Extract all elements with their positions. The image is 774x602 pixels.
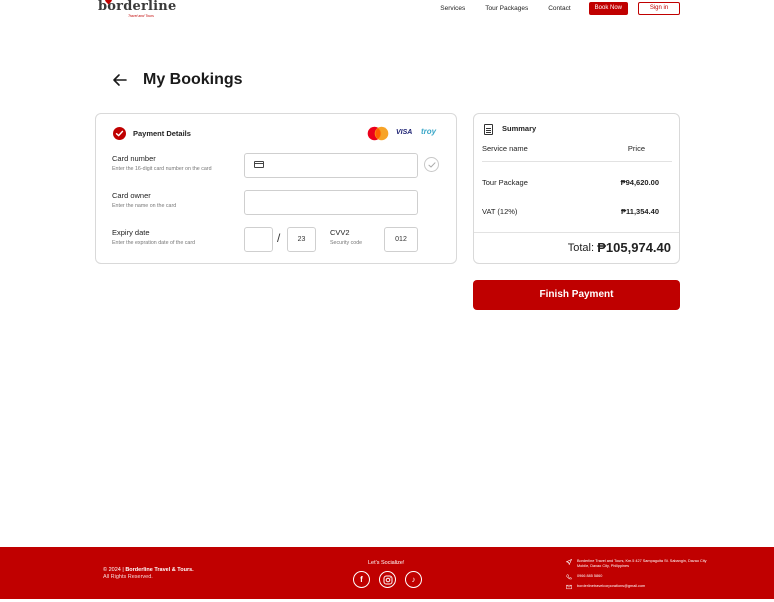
summary-row-name: Tour Package [482, 178, 528, 187]
cvv-label: CVV2 [330, 228, 350, 237]
copyright-prefix: © 2024 | [103, 567, 124, 573]
summary-row-price: ₱94,620.00 [620, 178, 659, 187]
divider [482, 161, 672, 162]
expiry-separator: / [277, 231, 281, 245]
main-nav: Services Tour Packages Contact Book Now … [440, 0, 680, 16]
email-row: borderlinetravelcorporations@gmail.com [566, 584, 712, 590]
total-label: Total: [567, 242, 594, 254]
logo-tagline: Travel and Tours [128, 14, 154, 18]
facebook-icon[interactable]: f [353, 571, 370, 588]
header: borderline Travel and Tours Services Tou… [0, 0, 774, 20]
footer: © 2024 | Borderline Travel & Tours. All … [0, 547, 774, 599]
expiry-month-input[interactable] [244, 227, 273, 252]
book-now-button[interactable]: Book Now [588, 1, 628, 15]
summary-title: Summary [502, 124, 537, 133]
address-row: Borderline Travel and Tours, Km.5 427 Sa… [566, 559, 712, 569]
cvv-input[interactable]: 012 [384, 227, 418, 252]
troy-logo: troy [421, 127, 437, 136]
phone-icon [566, 574, 572, 580]
expiry-year-value: 23 [297, 236, 306, 243]
cvv-hint: Security code [330, 240, 363, 246]
nav-contact[interactable]: Contact [548, 5, 570, 12]
back-arrow-icon[interactable] [112, 72, 128, 88]
check-circle-icon [113, 127, 126, 140]
nav-tour-packages[interactable]: Tour Packages [485, 5, 528, 12]
page-title: My Bookings [143, 71, 243, 88]
nav-services[interactable]: Services [440, 5, 465, 12]
cvv-value: 012 [395, 236, 407, 243]
copyright: © 2024 | Borderline Travel & Tours. All … [103, 567, 194, 581]
sign-in-button[interactable]: Sign in [638, 1, 680, 15]
card-owner-label: Card owner [112, 191, 151, 200]
brand-logo[interactable]: borderline Travel and Tours [98, 0, 176, 18]
divider [474, 232, 679, 233]
expiry-date-hint: Enter the expration date of the card [112, 240, 196, 246]
payment-details-title: Payment Details [133, 129, 191, 138]
phone-text: 0966 885 5860 [577, 574, 603, 578]
card-number-input[interactable] [244, 153, 418, 178]
email-text: borderlinetravelcorporations@gmail.com [577, 584, 646, 588]
card-number-label: Card number [112, 154, 156, 163]
social-title: Let's Socialize! [368, 560, 405, 566]
summary-row-name: VAT (12%) [482, 207, 518, 216]
rights-text: All Rights Reserved. [103, 574, 153, 580]
payment-details-card: Payment Details VISA troy Card number En… [95, 113, 457, 264]
summary-card: Summary Service name Price Tour Package … [473, 113, 680, 264]
visa-logo: VISA [396, 129, 413, 136]
phone-row: 0966 885 5860 [566, 574, 712, 580]
expiry-date-label: Expiry date [112, 228, 150, 237]
check-circle-outline-icon [424, 157, 439, 172]
card-number-hint: Enter the 16-digit card number on the ca… [112, 166, 212, 172]
document-icon [484, 124, 493, 135]
card-owner-hint: Enter the name on the card [112, 203, 177, 209]
instagram-icon[interactable] [379, 571, 396, 588]
address-text: Borderline Travel and Tours, Km.5 427 Sa… [577, 559, 707, 568]
total-value: ₱105,974.40 [597, 240, 671, 255]
mastercard-icon [367, 126, 389, 141]
company-name: Borderline Travel & Tours. [125, 567, 194, 573]
tiktok-icon[interactable]: ♪ [405, 571, 422, 588]
summary-row-price: ₱11,354.40 [621, 207, 659, 216]
card-owner-input[interactable] [244, 190, 418, 215]
price-header: Price [627, 144, 645, 153]
mail-icon [566, 584, 572, 590]
finish-payment-button[interactable]: Finish Payment [473, 280, 680, 310]
service-name-header: Service name [482, 144, 528, 153]
credit-card-icon [254, 161, 264, 168]
expiry-year-input[interactable]: 23 [287, 227, 316, 252]
location-arrow-icon [566, 559, 572, 565]
